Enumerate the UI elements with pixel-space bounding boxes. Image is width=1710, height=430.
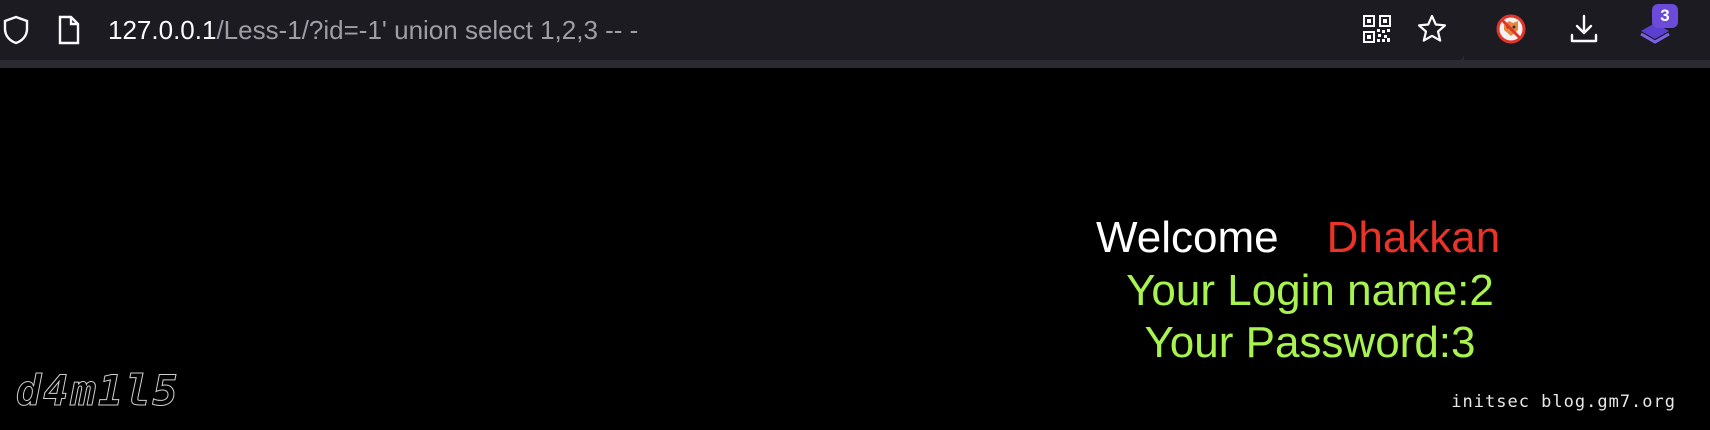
browser-toolbar: 127.0.0.1/Less-1/?id=-1' union select 1,…	[0, 0, 1710, 68]
blocked-extension-icon[interactable]	[1494, 12, 1528, 46]
page-content: Welcome Dhakkan Your Login name:2 Your Pa…	[0, 68, 1710, 430]
welcome-label: Welcome	[1096, 213, 1279, 262]
shield-icon[interactable]	[2, 14, 30, 46]
site-logo: d4m1l5	[16, 366, 180, 416]
login-name-line: Your Login name:2	[1126, 266, 1494, 315]
credit-text: initsec blog.gm7.org	[1451, 392, 1676, 412]
url-host: 127.0.0.1	[108, 15, 217, 45]
address-bar[interactable]: 127.0.0.1/Less-1/?id=-1' union select 1,…	[0, 0, 1464, 60]
welcome-line: Welcome Dhakkan	[1096, 213, 1500, 263]
url-text[interactable]: 127.0.0.1/Less-1/?id=-1' union select 1,…	[108, 14, 638, 46]
bookmark-star-icon[interactable]	[1416, 13, 1448, 45]
url-path: /Less-1/?id=-1' union select 1,2,3 -- -	[216, 15, 639, 45]
page-icon[interactable]	[56, 14, 82, 46]
toolbar-divider	[0, 60, 1710, 68]
download-icon[interactable]	[1568, 12, 1600, 46]
welcome-name: Dhakkan	[1326, 213, 1501, 262]
extension-count-badge: 3	[1652, 4, 1678, 28]
password-line: Your Password:3	[1144, 318, 1476, 367]
qr-code-icon[interactable]	[1362, 14, 1392, 44]
